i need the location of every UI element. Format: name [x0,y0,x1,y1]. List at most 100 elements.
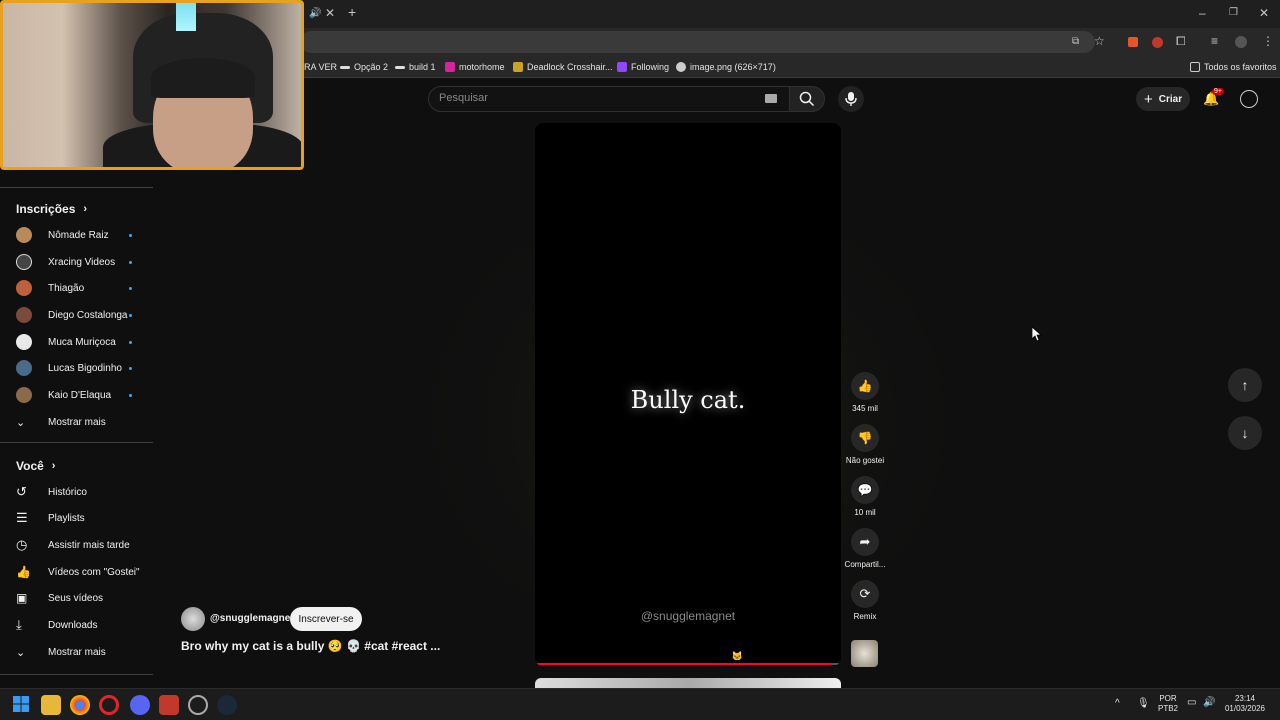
sidebar-item-subscription[interactable]: Xracing Videos [16,252,136,272]
sidebar-item-show-more-you[interactable]: ⌄ Mostrar mais [16,642,136,662]
steam-icon[interactable] [217,695,237,715]
windows-start-icon[interactable] [12,695,32,715]
subscriptions-header[interactable]: Inscrições › [16,202,87,216]
next-short-thumbnail[interactable] [535,678,841,688]
sidebar-item-subscription[interactable]: Kaio D'Elaqua [16,385,136,405]
bookmark-item[interactable]: Following [617,56,669,78]
like-action[interactable]: 👍 345 mil [843,372,887,413]
dislike-action[interactable]: 👎 Não gostei [843,424,887,465]
subscription-name: Muca Muriçoca [48,336,116,348]
keyboard-icon[interactable] [765,94,777,103]
file-explorer-icon[interactable] [41,695,61,715]
subscription-name: Diego Costalonga [48,309,128,321]
share-button[interactable]: ➦ [851,528,879,556]
create-button[interactable]: + Criar [1136,87,1190,111]
channel-avatar[interactable] [181,607,205,631]
sidebar-item-label: Vídeos com "Gostei" [48,566,140,578]
sidebar-item-label: Playlists [48,512,85,524]
sidebar-item-your-videos[interactable]: ▣ Seus vídeos [16,588,136,608]
search-button[interactable] [789,86,825,112]
new-content-dot [129,233,132,237]
downloads-icon: ⤓ [16,617,22,632]
progress-scrubber-icon[interactable]: 🐱 [732,651,743,662]
avatar [16,334,32,350]
tab-close-button[interactable]: ✕ [325,6,335,20]
clock-time: 23:14 [1234,694,1256,703]
share-arrow-icon: ➦ [859,534,871,549]
notifications-button[interactable]: 🔔 9+ [1203,88,1224,108]
sidebar-item-show-more-subscriptions[interactable]: ⌄ Mostrar mais [16,412,136,432]
chevron-down-icon: ⌄ [16,416,26,429]
network-icon[interactable]: ▭ [1187,698,1196,708]
sidebar-item-liked-videos[interactable]: 👍 Vídeos com "Gostei" [16,562,140,582]
sidebar-item-history[interactable]: ↺ Histórico [16,482,136,502]
bookmark-item[interactable]: image.png (626×717) [676,56,776,78]
bookmark-label: Following [631,62,670,72]
install-app-icon[interactable]: ⧉ [1072,35,1079,49]
search-input[interactable]: Pesquisar [428,86,790,112]
you-header[interactable]: Você › [16,459,55,473]
extension-icon[interactable] [1128,37,1138,47]
bookmark-item[interactable]: Opção 2 [340,56,388,78]
sidebar-item-label: Mostrar mais [48,646,106,658]
all-bookmarks-folder[interactable]: Todos os favoritos [1190,56,1277,78]
sidebar-item-playlists[interactable]: ☰ Playlists [16,508,136,528]
shorts-video-player[interactable]: Bully cat. @snugglemagnet 🐱 [535,123,841,666]
bookmark-star-icon[interactable]: ☆ [1094,34,1105,48]
comments-action[interactable]: 💬 10 mil [843,476,887,517]
account-avatar[interactable] [1240,90,1258,108]
bookmark-item[interactable]: build 1 [395,56,436,78]
next-short-button[interactable]: ↓ [1228,416,1262,450]
new-tab-button[interactable]: + [348,5,356,19]
window-close-button[interactable]: ✕ [1259,6,1269,20]
extensions-puzzle-icon[interactable]: ⧠ [1176,34,1186,48]
volume-icon[interactable]: 🔊 [1203,698,1215,708]
profile-avatar[interactable] [1235,36,1247,48]
system-clock[interactable]: 23:14 01/03/2026 [1222,694,1268,714]
remix-action[interactable]: ⟳ Remix [843,580,887,621]
restore-button[interactable]: ❐ [1229,6,1238,20]
bookmark-item[interactable]: motorhome [445,56,505,78]
app-icon[interactable] [159,695,179,715]
microphone-icon[interactable]: 🎙 [1137,699,1150,709]
previous-short-button[interactable]: ↑ [1228,368,1262,402]
discord-icon[interactable] [130,695,150,715]
share-action[interactable]: ➦ Compartil... [843,528,887,569]
sound-thumbnail[interactable] [851,640,878,667]
sidebar-item-subscription[interactable]: Nômade Raiz [16,225,136,245]
address-bar[interactable] [300,31,1095,53]
minimize-button[interactable]: – [1199,6,1206,20]
chrome-menu-icon[interactable]: ⋮ [1262,34,1274,48]
chevron-up-icon[interactable]: ^ [1115,699,1120,709]
app-icon[interactable] [188,695,208,715]
media-controls-icon[interactable]: ≡ [1211,34,1218,48]
sidebar-item-downloads[interactable]: ⤓ Downloads [16,615,136,635]
like-count: 345 mil [852,404,878,413]
sidebar-item-subscription[interactable]: Muca Muriçoca [16,332,136,352]
comment-icon: 💬 [857,483,873,497]
video-title[interactable]: Bro why my cat is a bully 🥺 💀 #cat #reac… [181,639,440,653]
bookmark-item[interactable]: Deadlock Crosshair... [513,56,613,78]
remix-label: Remix [853,612,877,621]
voice-search-button[interactable] [838,86,864,112]
sidebar-item-subscription[interactable]: Thiagão [16,278,136,298]
share-label: Compartil... [844,560,886,569]
dislike-button[interactable]: 👎 [851,424,879,452]
extension-icon[interactable] [1152,37,1163,48]
tab-audio-icon: 🔊 [309,8,322,19]
video-progress-bar[interactable] [535,663,841,665]
bookmark-icon [513,62,523,72]
chrome-icon[interactable] [70,695,90,715]
remix-button[interactable]: ⟳ [851,580,879,608]
bookmark-item[interactable]: RA VER [304,56,337,78]
input-language[interactable]: POR PTB2 [1155,694,1181,714]
sidebar-item-subscription[interactable]: Diego Costalonga [16,305,136,325]
sidebar-item-watch-later[interactable]: ◷ Assistir mais tarde [16,535,136,555]
channel-name[interactable]: @snugglemagnet [210,613,294,624]
opera-icon[interactable] [99,695,119,715]
comments-button[interactable]: 💬 [851,476,879,504]
like-button[interactable]: 👍 [851,372,879,400]
sidebar-item-subscription[interactable]: Lucas Bigodinho [16,358,136,378]
subscribe-button[interactable]: Inscrever-se [290,607,362,631]
video-caption: Bully cat. [630,386,746,414]
